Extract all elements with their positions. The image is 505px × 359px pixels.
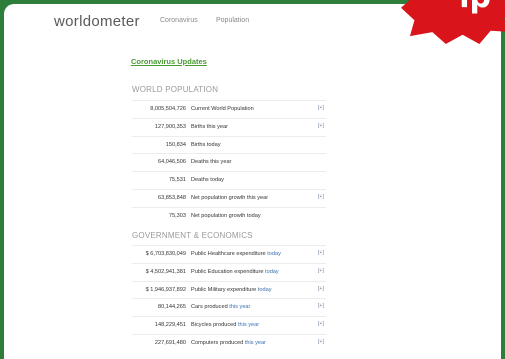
counter-period-link[interactable]: this year <box>238 322 259 328</box>
counter-value: 127,900,353 <box>154 123 186 130</box>
counter-label: Public Education expenditure today <box>191 269 279 275</box>
coronavirus-updates-link[interactable]: Coronavirus Updates <box>131 57 207 66</box>
counter-value: 80,144,265 <box>158 304 186 311</box>
expand-chart-icon[interactable]: [+] <box>318 303 324 309</box>
world-population-table: 8,005,504,726 Current World Population [+]… <box>132 100 326 225</box>
counter-value: 75,531 <box>168 177 186 184</box>
counter-label-text: Deaths today <box>191 177 224 184</box>
section-title-world-population: WORLD POPULATION <box>132 85 219 94</box>
counter-period-link[interactable]: today <box>267 251 281 257</box>
table-row: 8,005,504,726 Current World Population [+] <box>132 100 326 118</box>
counter-label-text: Computers produced <box>191 339 244 346</box>
counter-label-text: Current World Population <box>191 106 254 112</box>
table-row: $ 4,502,941,381 Public Education expendit… <box>132 262 326 281</box>
counter-label-text: Deaths this year <box>191 159 232 166</box>
counter-label: Public Military expenditure today <box>191 287 272 293</box>
expand-chart-icon[interactable]: [+] <box>318 105 324 111</box>
table-row: 148,229,451 Bicycles produced this year [+… <box>132 316 326 334</box>
counter-period-link[interactable]: today <box>265 269 279 275</box>
logo-text-left: worldo <box>54 13 100 30</box>
counter-label: Computers produced this year <box>191 340 266 346</box>
site-logo[interactable]: worldometer <box>54 13 140 30</box>
counter-label: Net population growth today <box>191 213 261 219</box>
nav-population[interactable]: Population <box>216 17 249 24</box>
expand-chart-icon[interactable]: [+] <box>318 268 324 274</box>
counter-value: 64,046,506 <box>158 159 186 166</box>
counter-value: 63,853,848 <box>158 194 186 201</box>
expand-chart-icon[interactable]: [+] <box>318 321 324 327</box>
counter-label-text: Births today <box>191 141 221 148</box>
expand-chart-icon[interactable]: [+] <box>318 123 324 129</box>
counter-label: Deaths this year <box>191 159 231 165</box>
nav-coronavirus[interactable]: Coronavirus <box>160 17 198 24</box>
logo-text-right: meter <box>100 13 140 30</box>
counter-label-text: Bicycles produced <box>191 322 237 329</box>
table-row: 150,834 Births today <box>132 135 326 154</box>
counter-period-link[interactable]: today <box>258 287 272 293</box>
counter-label: Births this year <box>191 124 228 130</box>
counter-label: Cars produced this year <box>191 304 250 310</box>
counter-label: Births today <box>191 142 221 148</box>
table-row: $ 6,703,830,049 Public Healthcare expendi… <box>132 245 326 263</box>
expand-chart-icon[interactable]: [+] <box>318 250 324 256</box>
table-row: 127,900,353 Births this year [+] <box>132 117 326 136</box>
table-row: 63,853,848 Net population growth this yea… <box>132 188 326 207</box>
counter-label: Net population growth this year <box>191 195 268 201</box>
counter-label-text: Public Healthcare expenditure <box>191 251 266 257</box>
counter-period-link[interactable]: this year <box>229 304 250 310</box>
government-economics-table: $ 6,703,830,049 Public Healthcare expendi… <box>132 245 326 352</box>
table-row: $ 1,946,937,892 Public Military expenditu… <box>132 280 326 299</box>
badge-letters: ip <box>459 0 491 15</box>
table-row: 75,303 Net population growth today <box>132 206 326 225</box>
counter-label: Public Healthcare expenditure today <box>191 251 281 257</box>
counter-period-link[interactable]: this year <box>245 340 266 346</box>
counter-label-text: Public Education expenditure <box>191 268 264 275</box>
counter-label: Deaths today <box>191 177 224 183</box>
counter-value: $ 6,703,830,049 <box>145 251 186 257</box>
table-row: 64,046,506 Deaths this year <box>132 153 326 171</box>
counter-label-text: Net population growth today <box>191 212 261 219</box>
table-row: 80,144,265 Cars produced this year [+] <box>132 298 326 316</box>
counter-label-text: Public Military expenditure <box>191 286 257 293</box>
counter-value: 148,229,451 <box>154 322 186 329</box>
counter-label: Bicycles produced this year <box>191 322 259 328</box>
expand-chart-icon[interactable]: [+] <box>318 194 324 200</box>
counter-value: 8,005,504,726 <box>150 106 186 112</box>
counter-value: $ 4,502,941,381 <box>145 268 186 275</box>
counter-label-text: Cars produced <box>191 304 228 311</box>
counter-value: 75,303 <box>168 212 186 219</box>
expand-chart-icon[interactable]: [+] <box>318 286 324 292</box>
counter-label-text: Net population growth this year <box>191 194 269 201</box>
counter-label-text: Births this year <box>191 123 228 130</box>
section-title-government-economics: GOVERNMENT & ECONOMICS <box>132 231 253 240</box>
browser-page: worldometer Coronavirus Population Coron… <box>4 4 501 359</box>
expand-chart-icon[interactable]: [+] <box>318 339 324 345</box>
table-row: 75,531 Deaths today <box>132 171 326 189</box>
counter-value: $ 1,946,937,892 <box>145 286 186 293</box>
table-row: 227,691,480 Computers produced this year [… <box>132 333 326 352</box>
counter-value: 150,834 <box>165 141 186 148</box>
counter-label: Current World Population <box>191 106 254 112</box>
counter-value: 227,691,480 <box>154 339 186 346</box>
